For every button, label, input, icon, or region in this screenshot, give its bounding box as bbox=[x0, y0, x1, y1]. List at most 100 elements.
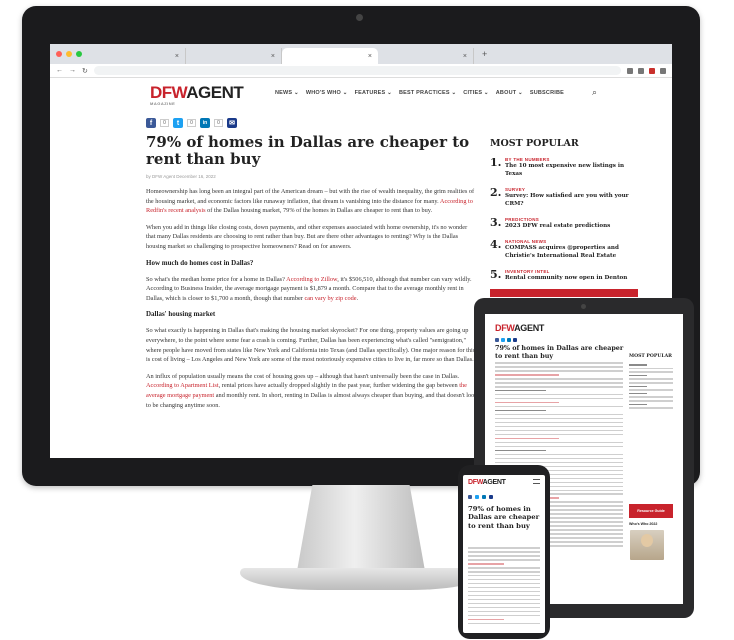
text-line bbox=[495, 417, 623, 420]
close-window-icon[interactable] bbox=[56, 51, 62, 57]
apartment-list-link[interactable]: According to Apartment List bbox=[146, 382, 219, 389]
text-line bbox=[495, 385, 623, 388]
new-tab-button[interactable]: + bbox=[482, 49, 487, 59]
sidebar-ad-banner[interactable] bbox=[490, 289, 638, 297]
text-line bbox=[495, 429, 623, 432]
email-icon[interactable] bbox=[513, 338, 517, 342]
facebook-icon[interactable]: f bbox=[146, 118, 156, 128]
search-icon[interactable]: ⌕ bbox=[592, 87, 597, 98]
person-photo[interactable] bbox=[630, 530, 664, 560]
twitter-icon[interactable] bbox=[501, 338, 505, 342]
most-popular-item[interactable]: 5. INVENTORY INTEL Rental community now o… bbox=[490, 269, 638, 282]
zillow-link[interactable]: According to Zillow bbox=[286, 276, 337, 283]
nav-whos-who[interactable]: WHO'S WHO ⌄ bbox=[306, 90, 348, 96]
extension-icon[interactable] bbox=[638, 67, 644, 74]
most-popular-item[interactable]: 2. SURVEY Survey: How satisfied are you w… bbox=[490, 187, 638, 208]
nav-about[interactable]: ABOUT ⌄ bbox=[496, 90, 523, 96]
item-headline[interactable]: COMPASS acquires @properties and Christi… bbox=[505, 244, 638, 260]
email-icon[interactable] bbox=[489, 495, 493, 499]
link-line[interactable] bbox=[468, 562, 504, 565]
facebook-count: 0 bbox=[160, 119, 169, 127]
paragraph-text: So what's the median home price for a ho… bbox=[146, 275, 285, 283]
linkedin-icon[interactable] bbox=[507, 338, 511, 342]
close-tab-icon[interactable]: × bbox=[175, 53, 179, 60]
item-headline[interactable]: The 10 most expensive new listings in Te… bbox=[505, 162, 638, 178]
nav-cities[interactable]: CITIES ⌄ bbox=[463, 90, 488, 96]
back-icon[interactable]: ← bbox=[56, 67, 63, 74]
text-line bbox=[468, 566, 540, 569]
site-logo[interactable]: DFWAGENT bbox=[468, 479, 506, 486]
forward-icon[interactable]: → bbox=[69, 67, 76, 74]
paragraph-text: of the Dallas housing market, 79% of the… bbox=[207, 207, 433, 215]
nav-features[interactable]: FEATURES ⌄ bbox=[355, 90, 392, 96]
profile-icon[interactable] bbox=[660, 67, 666, 74]
phone-device: DFWAGENT 79% of homes in Dallas are chea… bbox=[458, 465, 550, 639]
main-nav: NEWS ⌄ WHO'S WHO ⌄ FEATURES ⌄ BEST PRACT… bbox=[275, 90, 564, 96]
minimize-window-icon[interactable] bbox=[66, 51, 72, 57]
browser-tab[interactable]: × bbox=[90, 48, 186, 64]
text-line bbox=[468, 602, 540, 605]
text-line bbox=[495, 377, 623, 380]
item-number: 5. bbox=[490, 268, 502, 281]
text-line bbox=[468, 614, 540, 617]
nav-best-practices[interactable]: BEST PRACTICES ⌄ bbox=[399, 90, 456, 96]
item-headline[interactable]: Rental community now open in Denton bbox=[505, 274, 627, 282]
extension-icon[interactable] bbox=[627, 67, 633, 74]
text-line bbox=[495, 425, 623, 428]
maximize-window-icon[interactable] bbox=[76, 51, 82, 57]
most-popular-item[interactable]: 4. NATIONAL NEWS COMPASS acquires @proper… bbox=[490, 239, 638, 260]
heading-line bbox=[495, 409, 547, 412]
article-title: 79% of homes in Dallas are cheaper to re… bbox=[146, 133, 470, 168]
browser-tab-active[interactable]: × bbox=[282, 48, 378, 64]
extension-icon[interactable] bbox=[649, 67, 655, 74]
window-controls bbox=[56, 51, 82, 57]
text-line bbox=[629, 367, 673, 370]
url-input[interactable] bbox=[93, 66, 621, 75]
close-tab-icon[interactable]: × bbox=[463, 53, 467, 60]
nav-subscribe[interactable]: SUBSCRIBE bbox=[530, 90, 564, 96]
heading-line bbox=[629, 364, 647, 366]
browser-tab[interactable]: × bbox=[186, 48, 282, 64]
resource-guide-banner[interactable]: Resource Guide bbox=[629, 504, 673, 518]
site-logo[interactable]: DFWAGENT bbox=[495, 323, 544, 333]
item-number: 3. bbox=[490, 216, 502, 229]
facebook-icon[interactable] bbox=[468, 495, 472, 499]
paragraph-text: , rental prices have actually dropped sl… bbox=[218, 382, 458, 390]
item-headline[interactable]: Survey: How satisfied are you with your … bbox=[505, 192, 638, 208]
close-tab-icon[interactable]: × bbox=[368, 53, 372, 60]
logo-dfw: DFW bbox=[150, 83, 187, 102]
text-line bbox=[495, 369, 623, 372]
twitter-icon[interactable] bbox=[475, 495, 479, 499]
link-line[interactable] bbox=[495, 401, 559, 404]
linkedin-icon[interactable]: in bbox=[200, 118, 210, 128]
site-logo[interactable]: DFWAGENT MAGAZINE bbox=[150, 83, 244, 106]
article-title: 79% of homes in Dallas are cheaper to re… bbox=[495, 344, 624, 360]
text-line bbox=[629, 371, 673, 373]
zip-code-link[interactable]: can vary by zip code bbox=[304, 295, 356, 302]
menu-icon[interactable] bbox=[533, 479, 540, 484]
facebook-icon[interactable] bbox=[495, 338, 499, 342]
text-line bbox=[495, 445, 623, 448]
share-bar: f 0 t 0 in 0 ✉ bbox=[146, 118, 478, 128]
text-line bbox=[495, 362, 623, 364]
most-popular-title: MOST POPULAR bbox=[629, 354, 672, 359]
linkedin-icon[interactable] bbox=[482, 495, 486, 499]
text-line bbox=[495, 457, 623, 460]
browser-tab[interactable]: × bbox=[378, 48, 474, 64]
text-line bbox=[629, 399, 673, 402]
link-line[interactable] bbox=[468, 618, 504, 621]
twitter-icon[interactable]: t bbox=[173, 118, 183, 128]
most-popular-item[interactable]: 1. BY THE NUMBERS The 10 most expensive n… bbox=[490, 157, 638, 178]
nav-news[interactable]: NEWS ⌄ bbox=[275, 90, 299, 96]
email-icon[interactable]: ✉ bbox=[227, 118, 237, 128]
paragraph-text: An influx of population usually means th… bbox=[146, 372, 460, 380]
link-line[interactable] bbox=[495, 373, 559, 376]
text-line bbox=[468, 582, 540, 585]
text-line bbox=[468, 590, 540, 593]
link-line[interactable] bbox=[495, 437, 559, 440]
heading-line bbox=[495, 389, 547, 392]
close-tab-icon[interactable]: × bbox=[271, 53, 275, 60]
reload-icon[interactable]: ↻ bbox=[82, 67, 88, 75]
item-headline[interactable]: 2023 DFW real estate predictions bbox=[505, 222, 610, 230]
most-popular-item[interactable]: 3. PREDICTIONS 2023 DFW real estate predi… bbox=[490, 217, 638, 230]
